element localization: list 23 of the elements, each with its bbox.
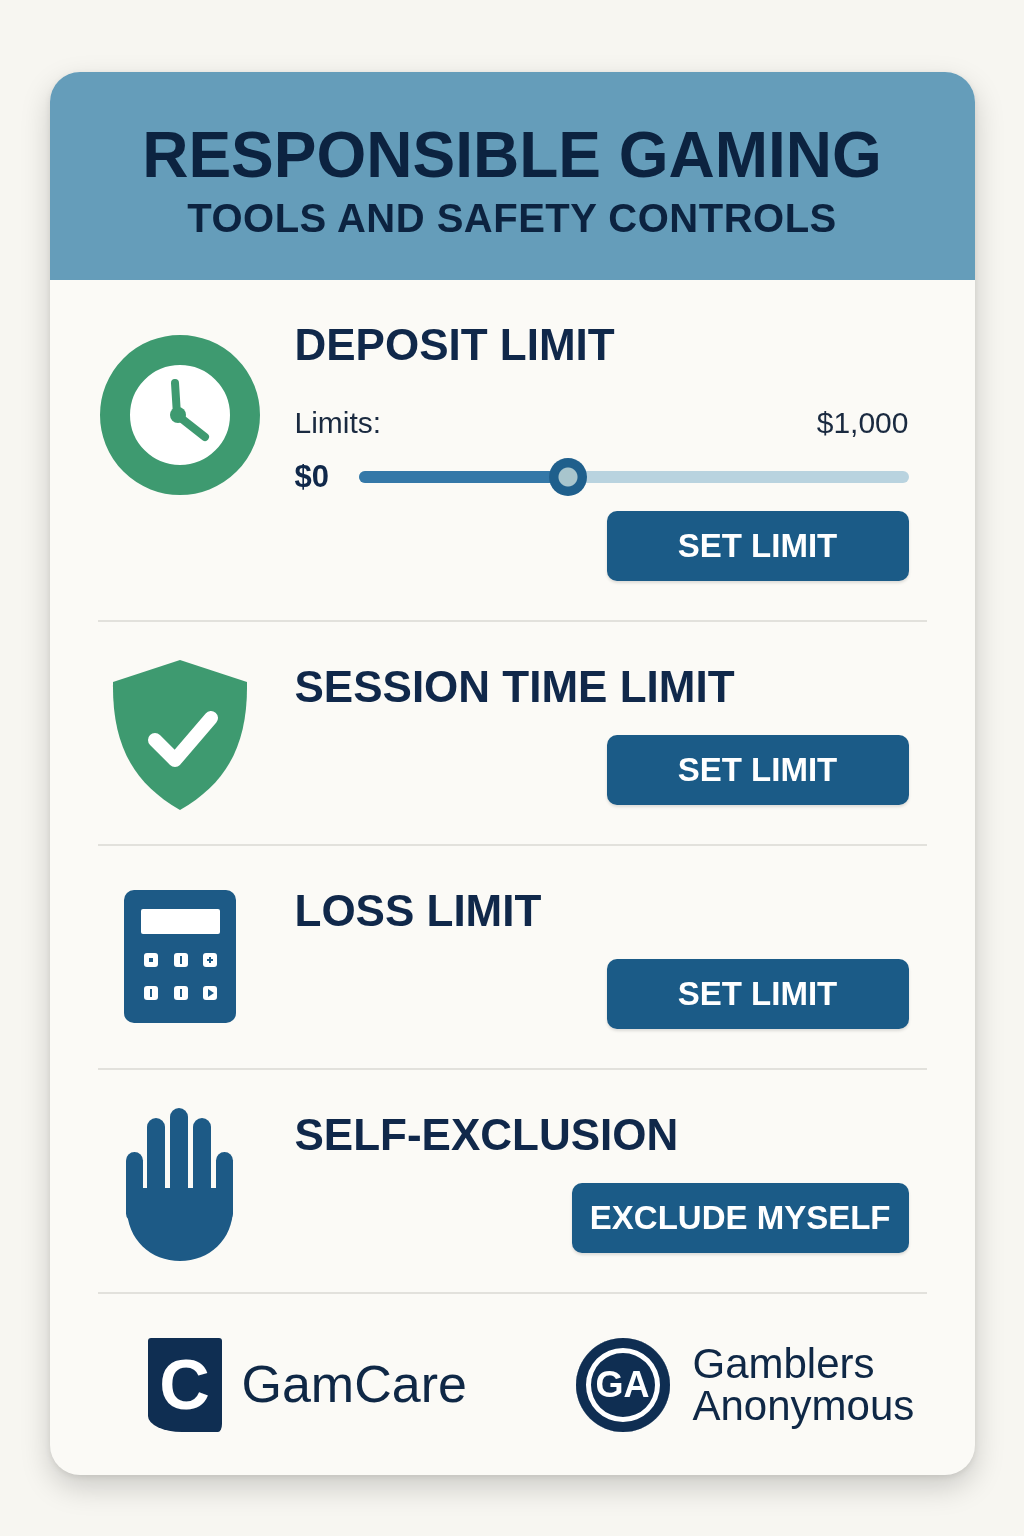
set-limit-button[interactable]: SET LIMIT <box>606 511 909 581</box>
shield-check-icon <box>110 660 249 810</box>
slider-label: Limits: <box>294 405 382 441</box>
slider-min-value: $0 <box>294 458 329 496</box>
clock-icon <box>99 335 260 495</box>
gamcare-logo: C <box>147 1337 222 1432</box>
ga-logo: GA <box>575 1337 670 1432</box>
slider-thumb[interactable] <box>548 458 587 496</box>
slider-track[interactable] <box>359 458 909 496</box>
partner-name: Gamblers Anonymous <box>692 1342 916 1427</box>
tool-title: LOSS LIMIT <box>294 885 542 937</box>
raised-hand-icon <box>125 1108 234 1261</box>
calculator-icon <box>123 890 236 1023</box>
page-subtitle: TOOLS AND SAFETY CONTROLS <box>187 196 837 241</box>
slider-max-value: $1,000 <box>816 405 909 441</box>
tool-title: SELF-EXCLUSION <box>294 1109 679 1161</box>
set-limit-button[interactable]: SET LIMIT <box>606 735 909 805</box>
page-title: RESPONSIBLE GAMING <box>142 117 882 191</box>
partner-name: GamCare <box>241 1355 467 1414</box>
set-limit-button[interactable]: SET LIMIT <box>606 959 909 1029</box>
tool-title: SESSION TIME LIMIT <box>294 661 735 713</box>
exclude-button[interactable]: EXCLUDE MYSELF <box>571 1183 909 1253</box>
tool-title: DEPOSIT LIMIT <box>294 319 615 371</box>
